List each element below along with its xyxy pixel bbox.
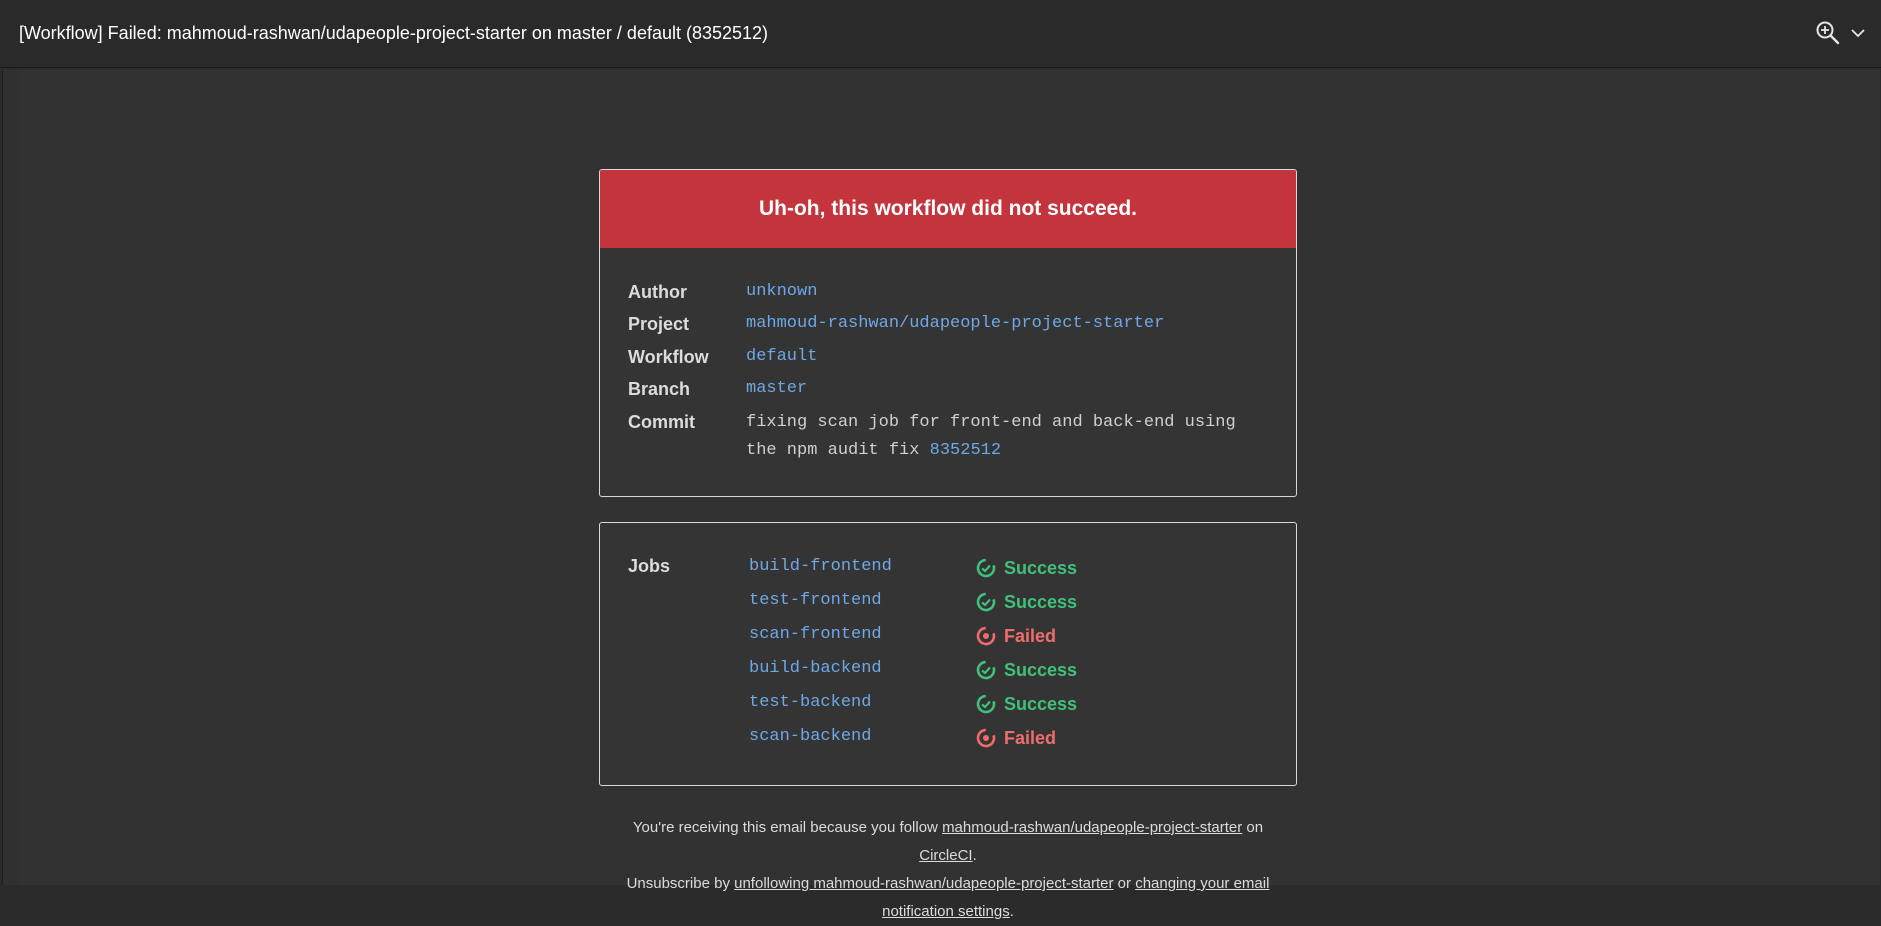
job-status-test-frontend: Success: [976, 590, 1077, 614]
job-status-label: Success: [1004, 591, 1078, 612]
branch-link[interactable]: master: [746, 379, 807, 398]
job-status-label: Success: [1004, 659, 1078, 680]
success-status-icon: [976, 592, 996, 612]
job-status-label: Success: [1004, 693, 1078, 714]
footer-or-text: or: [1117, 875, 1132, 892]
commit-hash-link[interactable]: 8352512: [930, 441, 1001, 460]
title-bar: [Workflow] Failed: mahmoud-rashwan/udape…: [0, 0, 1881, 68]
failed-status-icon: [976, 728, 996, 748]
footer-line-follow: You're receiving this email because you …: [632, 819, 1264, 864]
job-status-build-frontend: Success: [976, 556, 1077, 580]
footer-unfollow-link[interactable]: unfollowing mahmoud-rashwan/udapeople-pr…: [734, 875, 1113, 892]
job-link-scan-backend[interactable]: scan-backend: [749, 727, 871, 751]
jobs-card: Jobs build-frontend Success test-frontend S…: [599, 522, 1297, 786]
job-status-label: Failed: [1004, 625, 1057, 646]
email-subject: [Workflow] Failed: mahmoud-rashwan/udape…: [19, 23, 769, 43]
workflow-label: Workflow: [628, 347, 709, 367]
job-link-test-frontend[interactable]: test-frontend: [749, 591, 882, 615]
project-label: Project: [628, 314, 690, 334]
success-status-icon: [976, 660, 996, 680]
failed-status-icon: [976, 626, 996, 646]
job-link-test-backend[interactable]: test-backend: [749, 693, 871, 717]
author-label: Author: [628, 282, 687, 302]
chevron-down-icon[interactable]: [1849, 24, 1867, 42]
job-status-label: Failed: [1004, 727, 1057, 748]
footer-project-link[interactable]: mahmoud-rashwan/udapeople-project-starte…: [942, 819, 1242, 836]
footer-circleci-link[interactable]: CircleCI: [919, 847, 972, 864]
footer-follow-text: You're receiving this email because you …: [632, 819, 938, 836]
workflow-link[interactable]: default: [746, 347, 817, 366]
commit-label: Commit: [628, 412, 695, 432]
success-status-icon: [976, 694, 996, 714]
failure-banner: Uh-oh, this workflow did not succeed.: [600, 170, 1296, 248]
job-status-scan-frontend: Failed: [976, 624, 1056, 648]
job-status-build-backend: Success: [976, 658, 1077, 682]
author-link[interactable]: unknown: [746, 282, 817, 301]
commit-text: fixing scan job for front-end and back-e…: [746, 409, 1266, 465]
footer-on-text: on: [1246, 819, 1264, 836]
email-footer: You're receiving this email because you …: [599, 814, 1297, 926]
project-link[interactable]: mahmoud-rashwan/udapeople-project-starte…: [746, 314, 1164, 333]
email-body: Uh-oh, this workflow did not succeed. Au…: [19, 70, 1880, 920]
footer-line-unsubscribe: Unsubscribe by unfollowing mahmoud-rashw…: [626, 875, 1270, 920]
job-link-scan-frontend[interactable]: scan-frontend: [749, 625, 882, 649]
job-link-build-frontend[interactable]: build-frontend: [749, 557, 892, 581]
success-status-icon: [976, 558, 996, 578]
job-status-label: Success: [1004, 557, 1078, 578]
jobs-label: Jobs: [628, 556, 671, 576]
job-status-test-backend: Success: [976, 692, 1077, 716]
email-frame: Uh-oh, this workflow did not succeed. Au…: [2, 70, 1880, 920]
job-status-scan-backend: Failed: [976, 726, 1056, 750]
workflow-summary-card: Uh-oh, this workflow did not succeed. Au…: [599, 169, 1297, 497]
footer-unsubscribe-text: Unsubscribe by: [626, 875, 730, 892]
zoom-in-icon[interactable]: [1815, 20, 1841, 46]
job-link-build-backend[interactable]: build-backend: [749, 659, 882, 683]
branch-label: Branch: [628, 379, 691, 399]
